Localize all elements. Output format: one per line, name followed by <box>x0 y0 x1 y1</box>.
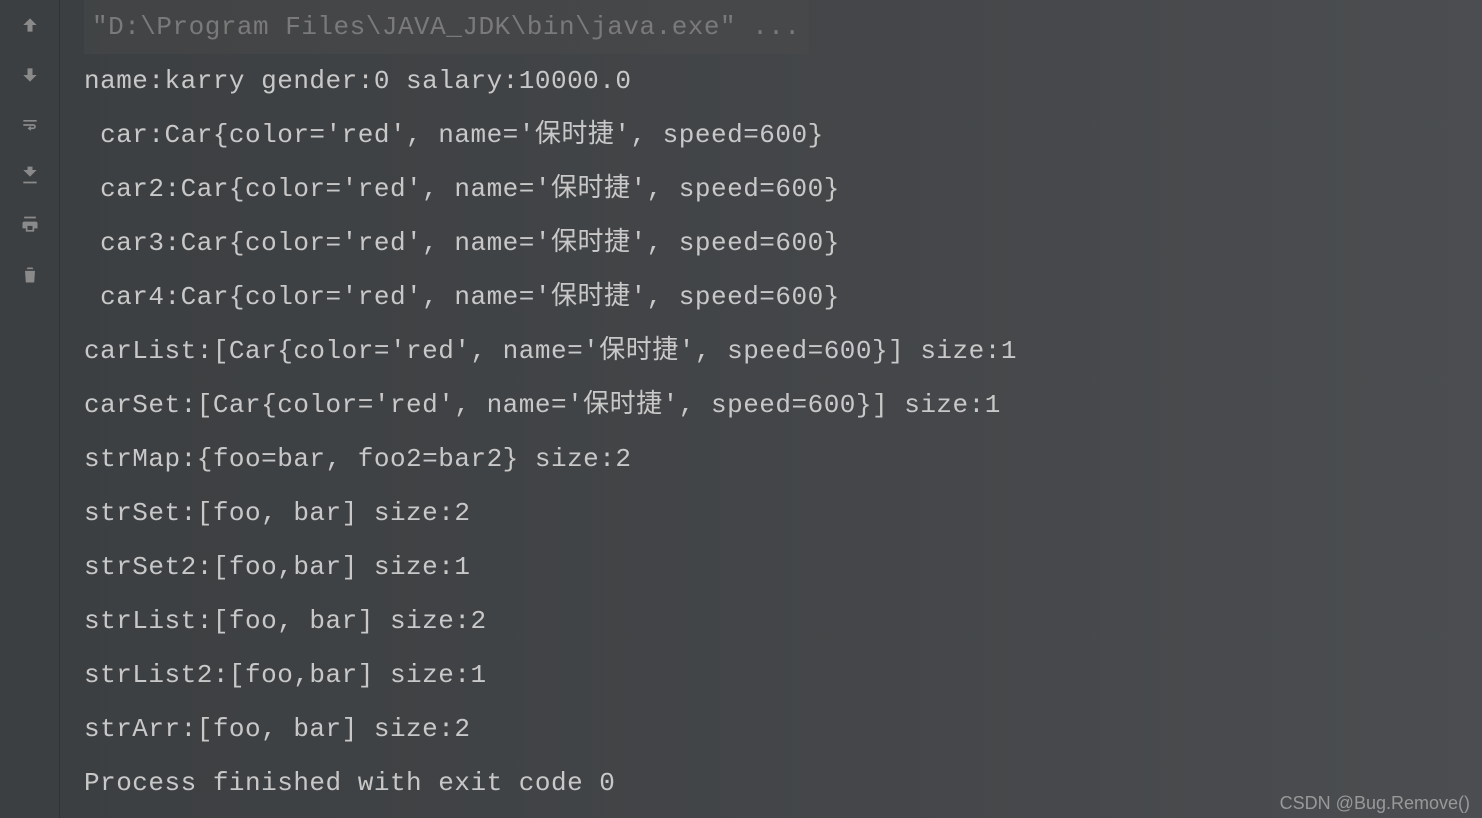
console-toolbar <box>0 0 60 818</box>
output-line: strSet:[foo, bar] size:2 <box>84 486 1482 540</box>
output-line: car4:Car{color='red', name='保时捷', speed=… <box>84 270 1482 324</box>
console-output[interactable]: "D:\Program Files\JAVA_JDK\bin\java.exe"… <box>60 0 1482 818</box>
output-line: Process finished with exit code 0 <box>84 756 1482 810</box>
output-line: strMap:{foo=bar, foo2=bar2} size:2 <box>84 432 1482 486</box>
scroll-up-icon[interactable] <box>18 13 42 37</box>
print-icon[interactable] <box>18 213 42 237</box>
soft-wrap-icon[interactable] <box>18 113 42 137</box>
output-line: strList:[foo, bar] size:2 <box>84 594 1482 648</box>
watermark-text: CSDN @Bug.Remove() <box>1280 793 1470 814</box>
clear-icon[interactable] <box>18 263 42 287</box>
output-line: car2:Car{color='red', name='保时捷', speed=… <box>84 162 1482 216</box>
output-line: name:karry gender:0 salary:10000.0 <box>84 54 1482 108</box>
scroll-down-icon[interactable] <box>18 63 42 87</box>
output-line: car:Car{color='red', name='保时捷', speed=6… <box>84 108 1482 162</box>
output-line: carList:[Car{color='red', name='保时捷', sp… <box>84 324 1482 378</box>
output-line: carSet:[Car{color='red', name='保时捷', spe… <box>84 378 1482 432</box>
output-line: strList2:[foo,bar] size:1 <box>84 648 1482 702</box>
output-line: strSet2:[foo,bar] size:1 <box>84 540 1482 594</box>
scroll-to-end-icon[interactable] <box>18 163 42 187</box>
output-line: car3:Car{color='red', name='保时捷', speed=… <box>84 216 1482 270</box>
output-line: strArr:[foo, bar] size:2 <box>84 702 1482 756</box>
command-line: "D:\Program Files\JAVA_JDK\bin\java.exe"… <box>84 0 809 54</box>
